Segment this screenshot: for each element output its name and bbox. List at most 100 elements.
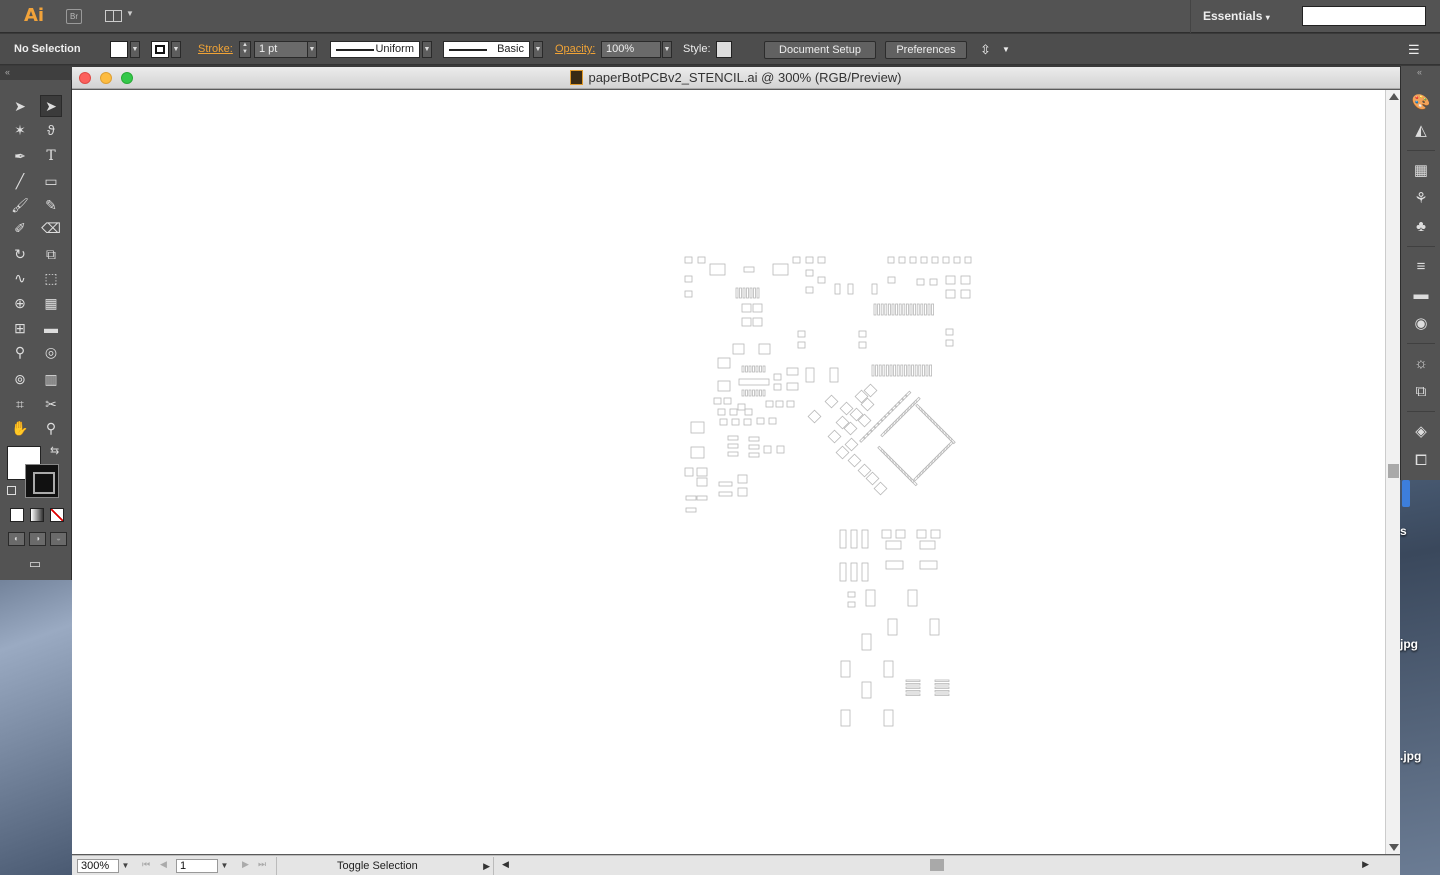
vertical-scroll-thumb[interactable] — [1388, 464, 1399, 478]
opacity-field[interactable]: 100% — [601, 41, 661, 58]
opacity-dropdown[interactable]: ▼ — [662, 41, 672, 58]
magic-wand-tool-icon[interactable]: ✶ — [9, 119, 31, 141]
swap-fill-stroke-icon[interactable]: ⇆ — [50, 444, 59, 457]
appearance-panel-icon[interactable]: ☼ — [1411, 354, 1431, 374]
type-tool-icon[interactable]: T — [40, 145, 62, 167]
scroll-down-icon[interactable] — [1389, 844, 1399, 851]
document-setup-button[interactable]: Document Setup — [764, 41, 876, 59]
horizontal-scroll-thumb[interactable] — [930, 859, 944, 871]
stencil-pad — [880, 448, 888, 457]
draw-inside-icon[interactable]: ◒ — [50, 532, 67, 546]
stroke-label[interactable]: Stroke: — [198, 34, 233, 65]
draw-behind-icon[interactable]: ◑ — [29, 532, 46, 546]
panel-menu-icon[interactable]: ☰ — [1408, 34, 1420, 65]
symbol-sprayer-tool-icon[interactable]: ⊚ — [9, 368, 31, 390]
scroll-right-icon[interactable]: ▶ — [1362, 859, 1369, 870]
go-to-bridge-button[interactable]: Br — [66, 9, 82, 24]
vertical-scrollbar[interactable] — [1385, 90, 1400, 854]
arrange-icon[interactable]: ⇳ — [980, 34, 991, 65]
status-menu-icon[interactable]: ▶ — [483, 857, 490, 875]
zoom-level-field[interactable]: 300% — [77, 859, 119, 873]
stroke-color-box[interactable] — [25, 464, 59, 498]
graphic-style-swatch[interactable] — [716, 41, 732, 58]
stroke-weight-field[interactable]: 1 pt — [254, 41, 308, 58]
scroll-up-icon[interactable] — [1389, 93, 1399, 100]
tools-panel-collapse[interactable]: « — [0, 66, 72, 80]
warp-tool-icon[interactable]: ∿ — [9, 267, 31, 289]
stroke-weight-stepper[interactable]: ▲ ▼ — [239, 41, 251, 58]
blob-brush-tool-icon[interactable]: ✐ — [9, 217, 31, 239]
free-transform-tool-icon[interactable]: ⬚ — [40, 267, 62, 289]
direct-selection-tool-icon[interactable]: ➤ — [40, 95, 62, 117]
stroke-panel-icon[interactable]: ≡ — [1411, 257, 1431, 277]
zoom-dropdown[interactable]: ▼ — [120, 859, 131, 873]
scroll-left-icon[interactable]: ◀ — [502, 859, 509, 870]
status-readout[interactable]: Toggle Selection ▶ — [276, 857, 494, 875]
swatches-panel-icon[interactable]: ▦ — [1411, 161, 1431, 181]
fill-swatch[interactable] — [110, 41, 128, 58]
opacity-label[interactable]: Opacity: — [555, 34, 595, 65]
last-artboard-icon[interactable]: ⏭ — [258, 859, 266, 870]
graphic-styles-panel-icon[interactable]: ⧉ — [1411, 382, 1431, 402]
stroke-weight-dropdown[interactable]: ▼ — [307, 41, 317, 58]
fill-dropdown[interactable]: ▼ — [130, 41, 140, 58]
profile-dropdown[interactable]: ▼ — [422, 41, 432, 58]
artboards-panel-icon[interactable]: ⧠ — [1411, 451, 1431, 471]
lasso-tool-icon[interactable]: ϑ — [40, 119, 62, 141]
stencil-pad — [943, 443, 951, 452]
line-tool-icon[interactable]: ╱ — [9, 170, 31, 192]
chevron-down-icon[interactable]: ▼ — [1002, 34, 1010, 65]
stroke-swatch[interactable] — [151, 41, 169, 58]
horizontal-scrollbar[interactable]: ◀ ▶ — [502, 856, 1385, 875]
color-guide-icon[interactable]: ◭ — [1411, 121, 1431, 141]
transparency-panel-icon[interactable]: ◉ — [1411, 314, 1431, 334]
scale-tool-icon[interactable]: ⧉ — [40, 243, 62, 265]
blend-tool-icon[interactable]: ◎ — [40, 341, 62, 363]
artboard-number-field[interactable]: 1 — [176, 859, 218, 873]
eyedropper-tool-icon[interactable]: ⚲ — [9, 341, 31, 363]
gradient-mode-button[interactable] — [30, 508, 44, 522]
perspective-grid-tool-icon[interactable]: ▦ — [40, 292, 62, 314]
stroke-dropdown[interactable]: ▼ — [171, 41, 181, 58]
rotate-tool-icon[interactable]: ↻ — [9, 243, 31, 265]
preferences-button[interactable]: Preferences — [885, 41, 967, 59]
expand-panels-icon[interactable]: « — [1417, 67, 1422, 77]
default-fill-stroke-icon[interactable] — [7, 486, 16, 495]
shape-builder-tool-icon[interactable]: ⊕ — [9, 292, 31, 314]
color-mode-button[interactable] — [10, 508, 24, 522]
column-graph-tool-icon[interactable]: ▥ — [40, 368, 62, 390]
next-artboard-icon[interactable]: ▶ — [242, 859, 249, 870]
screen-mode-icon[interactable]: ▭ — [23, 556, 47, 572]
none-mode-button[interactable] — [50, 508, 64, 522]
help-search-input[interactable] — [1302, 6, 1426, 26]
brush-definition-select[interactable]: Basic — [443, 41, 530, 58]
mesh-tool-icon[interactable]: ⊞ — [9, 317, 31, 339]
artboard-dropdown[interactable]: ▼ — [219, 859, 230, 873]
symbols-panel-icon[interactable]: ♣ — [1411, 217, 1431, 237]
hand-tool-icon[interactable]: ✋ — [9, 417, 31, 439]
zoom-tool-icon[interactable]: ⚲ — [40, 417, 62, 439]
slice-tool-icon[interactable]: ✂ — [40, 393, 62, 415]
color-panel-icon[interactable]: 🎨 — [1411, 93, 1431, 113]
artboard-tool-icon[interactable]: ⌗ — [9, 393, 31, 415]
pencil-tool-icon[interactable]: ✎ — [40, 194, 62, 216]
pen-tool-icon[interactable]: ✒ — [9, 145, 31, 167]
paintbrush-tool-icon[interactable]: 🖌 — [9, 194, 31, 216]
workspace-switcher[interactable]: Essentials ▾ — [1190, 0, 1282, 33]
draw-normal-icon[interactable]: ◐ — [8, 532, 25, 546]
eraser-tool-icon[interactable]: ⌫ — [40, 217, 62, 239]
selection-tool-icon[interactable]: ➤ — [9, 95, 31, 117]
previous-artboard-icon[interactable]: ◀ — [160, 859, 167, 870]
variable-width-profile-select[interactable]: Uniform — [330, 41, 420, 58]
first-artboard-icon[interactable]: ⏮ — [142, 859, 150, 870]
layers-panel-icon[interactable]: ◈ — [1411, 422, 1431, 442]
arrange-documents-button[interactable]: ▼ — [105, 9, 134, 24]
document-title-bar[interactable]: paperBotPCBv2_STENCIL.ai @ 300% (RGB/Pre… — [72, 67, 1400, 89]
rectangle-tool-icon[interactable]: ▭ — [40, 170, 62, 192]
stencil-pad — [897, 397, 905, 405]
brushes-panel-icon[interactable]: ⚘ — [1411, 189, 1431, 209]
gradient-panel-icon[interactable]: ▬ — [1411, 285, 1431, 305]
gradient-tool-icon[interactable]: ▬ — [40, 317, 62, 339]
brush-dropdown[interactable]: ▼ — [533, 41, 543, 58]
artboard-canvas[interactable] — [72, 90, 1385, 854]
